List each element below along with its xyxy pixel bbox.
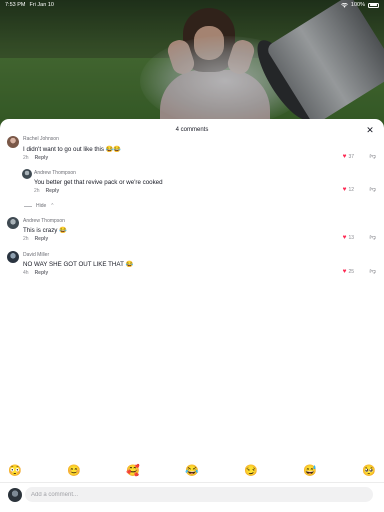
comments-count-title: 4 comments xyxy=(175,127,209,133)
comment-time: 4h xyxy=(23,270,29,276)
dislike-icon[interactable]: 👎︎ xyxy=(369,153,376,161)
like-button[interactable]: ♥ 12 xyxy=(342,186,354,194)
battery-percent: 100% xyxy=(350,2,365,8)
dislike-icon[interactable]: 👎︎ xyxy=(369,234,376,242)
comment-author[interactable]: David Miller xyxy=(23,252,49,258)
comment-author[interactable]: Andrew Thompson xyxy=(34,170,76,176)
comment-time: 2h xyxy=(23,236,29,242)
like-count: 25 xyxy=(348,269,354,276)
like-count: 13 xyxy=(348,235,354,242)
heart-icon: ♥ xyxy=(342,268,347,275)
like-button[interactable]: ♥ 13 xyxy=(342,234,354,242)
dislike-icon[interactable]: 👎︎ xyxy=(369,268,376,276)
reply-button[interactable]: Reply xyxy=(46,188,60,194)
dislike-icon[interactable]: 👎︎ xyxy=(369,186,376,194)
comment-meta: 2h Reply xyxy=(23,236,48,242)
hide-replies-button[interactable]: Hide ⌃ xyxy=(24,203,55,209)
video-dim-overlay xyxy=(0,0,384,128)
like-button[interactable]: ♥ 25 xyxy=(342,268,354,276)
comment-author[interactable]: Rachel Johnson xyxy=(23,136,59,142)
comment-input-bar xyxy=(0,482,384,512)
heart-icon: ♥ xyxy=(342,234,347,241)
comment-input[interactable] xyxy=(25,487,373,502)
status-right: 100% xyxy=(341,2,379,8)
emoji-button[interactable]: 🥺 xyxy=(362,465,376,477)
comment-author[interactable]: Andrew Thompson xyxy=(23,218,65,224)
reply-button[interactable]: Reply xyxy=(35,236,49,242)
hide-label: Hide xyxy=(36,203,47,209)
wifi-icon xyxy=(341,2,348,8)
comment-time: 2h xyxy=(23,155,29,161)
emoji-button[interactable]: 😊 xyxy=(67,465,81,477)
hide-divider-line xyxy=(24,205,32,207)
chevron-up-icon: ⌃ xyxy=(50,203,55,209)
status-date: Fri Jan 10 xyxy=(29,2,54,8)
avatar[interactable] xyxy=(7,251,19,263)
status-time: 7:53 PM xyxy=(5,2,26,8)
emoji-button[interactable]: 🥰 xyxy=(126,465,140,477)
close-icon[interactable]: ✕ xyxy=(364,124,376,136)
comment-meta: 2h Reply xyxy=(34,188,59,194)
status-bar: 7:53 PM Fri Jan 10 100% xyxy=(0,0,384,10)
heart-icon: ♥ xyxy=(342,186,347,193)
emoji-button[interactable]: 😂 xyxy=(185,465,199,477)
emoji-button[interactable]: 😅 xyxy=(303,465,317,477)
like-count: 37 xyxy=(348,154,354,161)
comment-text: I didn't want to go out like this 😂😂 xyxy=(23,146,122,153)
comments-sheet: 4 comments ✕ Rachel Johnson I didn't wan… xyxy=(0,119,384,512)
reply-button[interactable]: Reply xyxy=(35,270,49,276)
heart-icon: ♥ xyxy=(342,153,347,160)
comment-meta: 4h Reply xyxy=(23,270,48,276)
comment-text: This is crazy 😂 xyxy=(23,227,67,234)
current-user-avatar[interactable] xyxy=(8,488,22,502)
reply-button[interactable]: Reply xyxy=(35,155,49,161)
emoji-quick-bar: 😳 😊 🥰 😂 😏 😅 🥺 xyxy=(0,462,384,480)
like-count: 12 xyxy=(348,187,354,194)
comment-text: You better get that revive pack or we're… xyxy=(34,179,163,186)
avatar[interactable] xyxy=(7,136,19,148)
battery-icon xyxy=(368,2,379,8)
like-button[interactable]: ♥ 37 xyxy=(342,153,354,161)
comment-text: NO WAY SHE GOT OUT LIKE THAT 😂 xyxy=(23,261,134,268)
emoji-button[interactable]: 😳 xyxy=(8,465,22,477)
comment-time: 2h xyxy=(34,188,40,194)
comment-meta: 2h Reply xyxy=(23,155,48,161)
avatar[interactable] xyxy=(7,217,19,229)
emoji-button[interactable]: 😏 xyxy=(244,465,258,477)
avatar[interactable] xyxy=(22,169,32,179)
video-background[interactable] xyxy=(0,0,384,128)
